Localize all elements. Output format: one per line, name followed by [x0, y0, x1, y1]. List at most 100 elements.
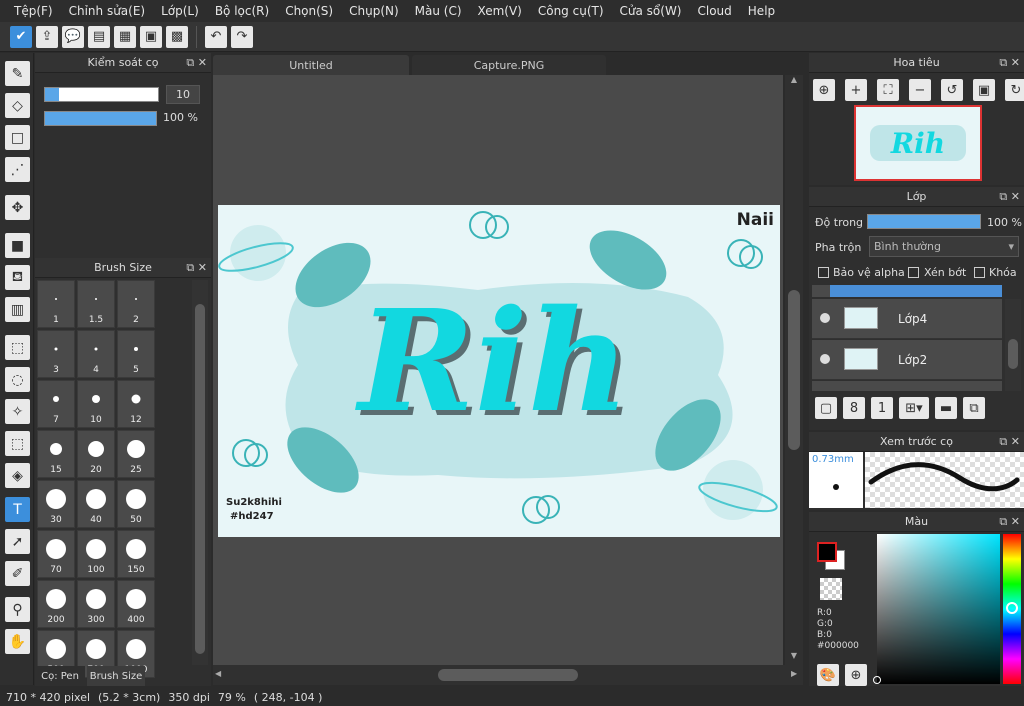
bucket-tool-icon[interactable]: ⛾	[5, 265, 30, 290]
new-1bit-layer-icon[interactable]: 1	[871, 397, 893, 419]
brush-opacity-slider[interactable]	[44, 111, 157, 126]
share-icon[interactable]: ⇪	[36, 25, 58, 48]
new-folder-icon[interactable]: ▬	[935, 397, 957, 419]
tab-untitled[interactable]: Untitled	[213, 55, 409, 75]
check-icon[interactable]: ✔	[10, 25, 32, 48]
zoom-in-icon[interactable]: +	[845, 79, 867, 101]
scroll-down-icon[interactable]: ▼	[786, 651, 802, 663]
magic-wand-tool-icon[interactable]: ✧	[5, 399, 30, 424]
layer-row[interactable]: Lớp4	[812, 299, 1002, 339]
tab-pen[interactable]: Cọ: Pen	[35, 666, 85, 686]
brush-size-cell[interactable]: 70	[37, 530, 75, 578]
brush-size-cell[interactable]: 50	[117, 480, 155, 528]
color-picker-cursor[interactable]	[873, 676, 881, 684]
brush-size-cell[interactable]: 2	[117, 280, 155, 328]
eyedropper-tool-icon[interactable]: ⚲	[5, 597, 30, 622]
brush-size-cell[interactable]: 30	[37, 480, 75, 528]
hand-tool-icon[interactable]: ✋	[5, 629, 30, 654]
grid-edit-icon[interactable]: ▩	[166, 25, 188, 48]
brush-size-cell[interactable]: 4	[77, 330, 115, 378]
menu-select[interactable]: Chọn(S)	[277, 4, 341, 18]
canvas-horizontal-scrollbar[interactable]: ◀ ▶	[213, 665, 803, 685]
panel-controls-icon[interactable]: ⧉ ✕	[186, 56, 207, 70]
menu-help[interactable]: Help	[740, 4, 783, 18]
visibility-icon[interactable]	[820, 313, 830, 323]
brush-size-cell[interactable]: 400	[117, 580, 155, 628]
scroll-left-icon[interactable]: ◀	[215, 669, 221, 678]
line-tool-icon[interactable]: ⋰	[5, 157, 30, 182]
menu-layer[interactable]: Lớp(L)	[153, 4, 207, 18]
saturation-value-picker[interactable]	[873, 534, 1000, 684]
transparent-swatch[interactable]	[820, 578, 842, 600]
layer-opacity-slider[interactable]	[867, 214, 981, 229]
panel-controls-icon[interactable]: ⧉ ✕	[999, 190, 1020, 204]
brush-size-cell[interactable]: 1	[37, 280, 75, 328]
menu-capture[interactable]: Chụp(N)	[341, 4, 407, 18]
menu-view[interactable]: Xem(V)	[470, 4, 530, 18]
brush-size-cell[interactable]: 10	[77, 380, 115, 428]
redo-icon[interactable]: ↷	[231, 25, 253, 48]
tab-capture[interactable]: Capture.PNG	[412, 55, 606, 75]
move-tool-icon[interactable]: ✥	[5, 195, 30, 220]
navigator-thumbnail[interactable]: Rih	[854, 105, 982, 181]
rectangle-tool-icon[interactable]: □	[5, 125, 30, 150]
rotate-left-icon[interactable]: ↺	[941, 79, 963, 101]
brush-size-scrollbar[interactable]	[192, 280, 208, 665]
scroll-thumb[interactable]	[195, 304, 205, 654]
brush-size-slider[interactable]	[44, 87, 159, 102]
select-eraser-tool-icon[interactable]: ◈	[5, 463, 30, 488]
brush-size-cell[interactable]: 15	[37, 430, 75, 478]
menu-file[interactable]: Tệp(F)	[6, 4, 61, 18]
zoom-fit-icon[interactable]: ⊕	[813, 79, 835, 101]
panel-controls-icon[interactable]: ⧉ ✕	[186, 261, 207, 275]
canvas-vertical-scrollbar[interactable]: ▲ ▼	[785, 75, 803, 665]
zoom-out-icon[interactable]: −	[909, 79, 931, 101]
smudge-tool-icon[interactable]: ✐	[5, 561, 30, 586]
add-layer-menu-icon[interactable]: ⊞▾	[899, 397, 929, 419]
scroll-thumb[interactable]	[1008, 339, 1018, 369]
layer-row-partial[interactable]	[812, 285, 1002, 297]
text-tool-icon[interactable]: T	[5, 497, 30, 522]
comment-icon[interactable]: ▤	[88, 25, 110, 48]
protect-alpha-checkbox[interactable]	[818, 267, 829, 278]
palette-icon[interactable]: 🎨	[817, 664, 839, 686]
new-layer-icon[interactable]: ▢	[815, 397, 837, 419]
brush-size-cell[interactable]: 100	[77, 530, 115, 578]
brush-size-cell[interactable]: 1.5	[77, 280, 115, 328]
speech-bubble-icon[interactable]: 💬	[62, 25, 84, 48]
rotate-right-icon[interactable]: ↻	[1005, 79, 1024, 101]
new-8bit-layer-icon[interactable]: 8	[843, 397, 865, 419]
hue-slider[interactable]	[1003, 534, 1021, 684]
scroll-thumb[interactable]	[788, 290, 800, 450]
brush-size-cell[interactable]: 25	[117, 430, 155, 478]
rect-select-tool-icon[interactable]: ⬚	[5, 335, 30, 360]
brush-size-value[interactable]: 10	[166, 85, 200, 104]
foreground-color-swatch[interactable]	[817, 542, 837, 562]
brush-size-cell[interactable]: 40	[77, 480, 115, 528]
panel-layout-icon[interactable]: ▣	[140, 25, 162, 48]
brush-size-cell[interactable]: 7	[37, 380, 75, 428]
layer-row-partial[interactable]	[812, 381, 1002, 391]
menu-cloud[interactable]: Cloud	[690, 4, 740, 18]
blend-mode-select[interactable]: Bình thường ▾	[869, 236, 1019, 257]
fit-window-icon[interactable]: ⛶	[877, 79, 899, 101]
eraser-tool-icon[interactable]: ◇	[5, 93, 30, 118]
duplicate-layer-icon[interactable]: ⧉	[963, 397, 985, 419]
brush-size-cell[interactable]: 300	[77, 580, 115, 628]
document-icon[interactable]: ▦	[114, 25, 136, 48]
layers-scrollbar[interactable]	[1005, 299, 1021, 391]
hue-slider-handle[interactable]	[1006, 602, 1018, 614]
visibility-icon[interactable]	[820, 354, 830, 364]
actual-size-icon[interactable]: ▣	[973, 79, 995, 101]
operation-tool-icon[interactable]: ➚	[5, 529, 30, 554]
brush-tool-icon[interactable]: ✎	[5, 61, 30, 86]
gradient-tool-icon[interactable]: ▥	[5, 297, 30, 322]
menu-tools[interactable]: Công cụ(T)	[530, 4, 612, 18]
menu-edit[interactable]: Chỉnh sửa(E)	[61, 4, 154, 18]
menu-window[interactable]: Cửa sổ(W)	[612, 4, 690, 18]
brush-size-cell[interactable]: 150	[117, 530, 155, 578]
clip-checkbox[interactable]	[908, 267, 919, 278]
menu-color[interactable]: Màu (C)	[407, 4, 470, 18]
select-pen-tool-icon[interactable]: ⬚	[5, 431, 30, 456]
lock-checkbox[interactable]	[974, 267, 985, 278]
